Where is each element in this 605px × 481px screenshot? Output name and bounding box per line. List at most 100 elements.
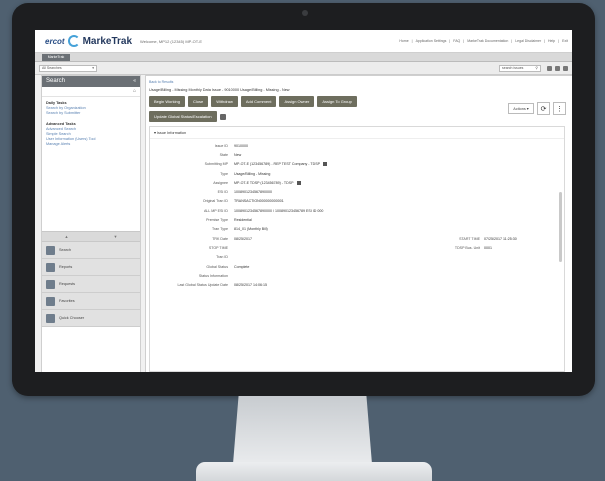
collapse-icon[interactable]: « (133, 76, 136, 87)
field-value: 07/25/2017 11:25:30 (484, 236, 517, 241)
field-label: TDSP Bus. Unit (454, 245, 480, 250)
field-row: Submitting MP MP-OT-E (123456789) - REP T… (150, 160, 564, 169)
lock-icon (219, 113, 226, 120)
field-value: 08/25/2017 14:06:15 (234, 283, 267, 288)
update-global-status-button[interactable]: Update Global Status/Escalation (149, 111, 217, 122)
arrow-down-icon[interactable]: ▼ (114, 234, 118, 239)
arrow-up-icon[interactable]: ▲ (65, 234, 69, 239)
panel-header[interactable]: ▾ Issue Information (150, 127, 564, 139)
field-label: Submitting MP (204, 162, 228, 167)
field-row: Premise Type Residential (150, 215, 564, 224)
header-link[interactable]: Legal Disclaimer (515, 39, 541, 43)
header-link[interactable]: MarkeTrak Documentation (467, 39, 508, 43)
tab-marketrak[interactable]: MarkeTrak (42, 54, 70, 61)
header-links: Home | Application Settings | FAQ | MarkeTrak … (399, 39, 568, 43)
add-comment-button[interactable]: Add Comment (240, 96, 277, 107)
search-input[interactable]: search issues ⚲ (499, 64, 541, 72)
sidebar-item-quick-chooser[interactable]: Quick Chooser (42, 310, 140, 327)
favorites-icon (46, 296, 55, 306)
monitor-stand (233, 396, 372, 464)
app-header: ercot MarkeTrak Welcome, MP12 (12345) MP… (35, 30, 572, 53)
header-link-separator: | (449, 39, 451, 43)
breadcrumb[interactable]: Back to Results (149, 80, 173, 84)
field-label: TRK Date (212, 236, 228, 241)
sidebar-item-search[interactable]: Search (42, 242, 140, 259)
more-icon[interactable]: ⋮ (553, 102, 566, 115)
field-value: TRANSACTION000000000001 (234, 199, 284, 204)
close-button[interactable]: Close (187, 96, 209, 107)
field-value: Residential (234, 218, 252, 223)
main-content: Back to Results Usage/Billing - Missing … (145, 75, 572, 372)
field-label: Issue ID (214, 143, 228, 148)
monitor-bezel: ercot MarkeTrak Welcome, MP12 (12345) MP… (12, 3, 595, 396)
begin-working-button[interactable]: Begin Working (149, 96, 185, 107)
field-label: START TIME (459, 236, 480, 241)
toolbar-icons (547, 65, 568, 71)
field-row: ESI ID 1008901234567890000 (150, 187, 564, 196)
sidebar-item-requests[interactable]: Requests (42, 276, 140, 293)
field-row: STOP TIME TDSP Bus. Unit 0001 (150, 243, 564, 252)
field-value: 1008901234567890000 (234, 190, 272, 195)
home-icon[interactable] (563, 65, 568, 71)
sidebar-subbar: ⌂ (42, 87, 140, 97)
header-link-separator: | (511, 39, 513, 43)
header-link[interactable]: FAQ (453, 39, 460, 43)
sidebar-section-daily: Daily Tasks Search by Organization Searc… (42, 97, 140, 118)
header-link[interactable]: Home (399, 39, 408, 43)
field-row: TRK Date 08/25/2017 START TIME 07/25/2017 1… (150, 234, 564, 243)
tab-bar: MarkeTrak (35, 53, 572, 62)
chevron-down-icon: ▾ (92, 66, 94, 70)
panel-title: Issue Information (156, 131, 187, 135)
sidebar-header: Search « (42, 76, 140, 87)
field-label: STOP TIME (208, 245, 228, 250)
assign-owner-button[interactable]: Assign Owner (279, 96, 315, 107)
contact-card-icon[interactable] (296, 180, 301, 185)
search-placeholder: search issues (502, 66, 524, 70)
sidebar-link[interactable]: Search by Submitter (46, 111, 136, 116)
sidebar-item-reports[interactable]: Reports (42, 259, 140, 276)
scrollbar[interactable] (559, 192, 562, 262)
view-select[interactable]: All Searches ▾ (39, 64, 97, 72)
field-label: Assignee (213, 180, 228, 185)
sidebar-item-label: Search (59, 248, 72, 252)
contact-card-icon[interactable] (323, 162, 328, 167)
field-value: MP-OT-E TDSP (123456789) - TDSP (234, 180, 294, 185)
welcome-text: Welcome, MP12 (12345) MP-OT-E (140, 38, 202, 44)
actions-dropdown[interactable]: Actions ▾ (508, 103, 534, 114)
field-row: Type Usage/Billing - Missing (150, 169, 564, 178)
header-link-separator: | (463, 39, 465, 43)
sidebar-item-label: Favorites (59, 299, 75, 303)
field-label: Last Global Status Update Date (177, 283, 228, 288)
field-label: Premise Type (206, 218, 228, 223)
search-icon (46, 245, 55, 255)
view-select-value: All Searches (42, 66, 62, 70)
sidebar-title: Search (46, 78, 66, 84)
field-list: Issue ID 9010000 State New Submitting MP MP-O… (150, 141, 564, 290)
header-link[interactable]: Application Settings (416, 39, 447, 43)
field-row: Issue ID 9010000 (150, 141, 564, 150)
reports-icon (46, 262, 55, 272)
field-label: ALL MP ESI ID (204, 208, 228, 213)
field-row: Last Global Status Update Date 08/25/2017… (150, 280, 564, 289)
monitor-base (196, 462, 432, 481)
search-icon[interactable]: ⚲ (535, 66, 538, 70)
sidebar-item-favorites[interactable]: Favorites (42, 293, 140, 310)
header-link-separator: | (544, 39, 546, 43)
header-link[interactable]: Exit (562, 39, 568, 43)
field-label: Global Status (206, 264, 228, 269)
header-link[interactable]: Help (548, 39, 555, 43)
field-label: Original Tran ID (202, 199, 228, 204)
withdraw-button[interactable]: Withdraw (211, 96, 238, 107)
field-value: 1008901234567890000 / 100890123456789 ES… (234, 208, 324, 213)
field-label: Type (220, 171, 228, 176)
assign-to-group-button[interactable]: Assign To Group (317, 96, 357, 107)
pin-icon[interactable]: ⌂ (133, 88, 136, 94)
field-value: 0001 (484, 245, 492, 250)
refresh-icon[interactable]: ⟳ (537, 102, 550, 115)
sidebar-link[interactable]: Manage Alerts (46, 142, 136, 147)
user-icon[interactable] (555, 65, 560, 71)
toolbar: All Searches ▾ search issues ⚲ (35, 62, 572, 75)
field-value: Usage/Billing - Missing (234, 171, 271, 176)
filter-icon[interactable] (547, 65, 552, 71)
